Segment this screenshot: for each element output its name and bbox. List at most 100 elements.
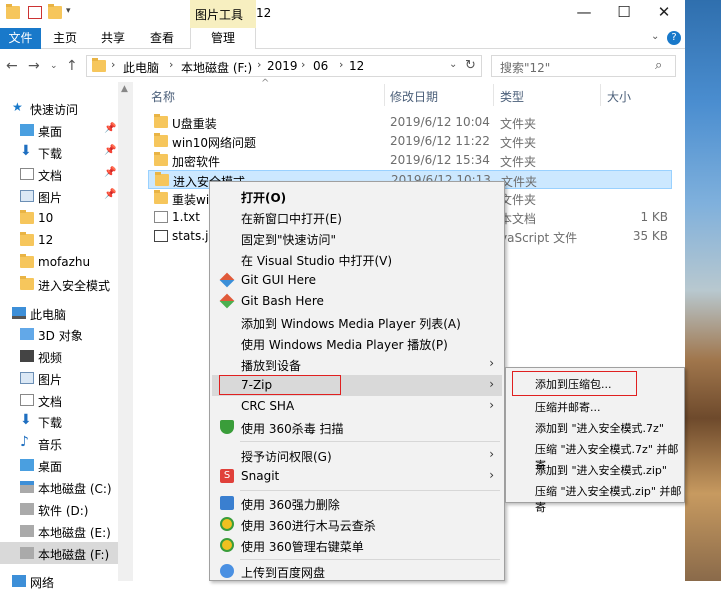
nav-documents[interactable]: 文档 <box>0 389 118 411</box>
menu-item-open[interactable]: 打开(O) <box>212 186 502 207</box>
maximize-button[interactable]: ☐ <box>606 3 642 23</box>
chevron-down-icon[interactable]: ▾ <box>66 6 80 19</box>
back-arrow-icon[interactable]: ← <box>6 58 18 74</box>
scroll-up-icon[interactable]: ▲ <box>121 84 128 94</box>
nav-network[interactable]: 网络 <box>0 570 118 592</box>
refresh-icon[interactable]: ↻ <box>465 58 476 73</box>
pin-icon: 📌 <box>104 167 117 178</box>
menu-label: 上传到百度网盘 <box>241 566 326 580</box>
text-file-icon <box>154 211 168 223</box>
nav-drive-f-selected[interactable]: 本地磁盘 (F:) <box>0 542 118 564</box>
table-row[interactable]: U盘重装 2019/6/12 10:04 文件夹 <box>148 113 672 132</box>
menu-item-snagit[interactable]: S Snagit › <box>212 466 502 487</box>
address-box[interactable]: › 此电脑 › 本地磁盘 (F:) › 2019 › 06 › 12 ⌄ ↻ <box>86 55 482 77</box>
computer-icon <box>12 307 26 319</box>
nav-scrollbar[interactable]: ▲ <box>118 82 133 581</box>
chevron-down-icon[interactable]: ⌄ <box>449 59 457 70</box>
search-icon[interactable]: ⌕ <box>655 58 662 73</box>
recent-chevron-icon[interactable]: ⌄ <box>50 61 58 71</box>
chevron-down-icon[interactable]: ⌄ <box>651 31 659 42</box>
tab-home[interactable]: 主页 <box>45 28 85 49</box>
highlight-box <box>219 375 341 395</box>
drive-icon <box>20 547 34 559</box>
column-date[interactable]: 修改日期 <box>390 88 438 105</box>
breadcrumb-2019[interactable]: 2019 <box>267 59 298 73</box>
breadcrumb-this-pc[interactable]: 此电脑 <box>123 59 159 76</box>
nav-folder-safe-mode[interactable]: 进入安全模式 <box>0 273 118 295</box>
menu-item-grant-access[interactable]: 授予访问权限(G) › <box>212 445 502 466</box>
menu-item-play-wmp[interactable]: 使用 Windows Media Player 播放(P) <box>212 333 502 354</box>
close-button[interactable]: ✕ <box>646 3 682 23</box>
nav-downloads[interactable]: ⬇ 下载 <box>0 410 118 432</box>
tab-file[interactable]: 文件 <box>0 28 41 49</box>
nav-desktop[interactable]: 桌面 <box>0 454 118 476</box>
menu-item-add-wmp-list[interactable]: 添加到 Windows Media Player 列表(A) <box>212 312 502 333</box>
minimize-button[interactable]: — <box>566 3 602 23</box>
menu-item-pin-quick-access[interactable]: 固定到"快速访问" <box>212 228 502 249</box>
pin-icon: 📌 <box>104 145 117 156</box>
properties-icon[interactable] <box>28 6 42 19</box>
forward-arrow-icon[interactable]: → <box>28 58 40 74</box>
menu-item-baidu-upload[interactable]: 上传到百度网盘 <box>212 561 502 582</box>
nav-pictures[interactable]: 图片 <box>0 367 118 389</box>
column-type[interactable]: 类型 <box>500 88 524 105</box>
menu-item-git-bash[interactable]: Git Bash Here <box>212 291 502 312</box>
column-name[interactable]: 名称 <box>151 88 175 105</box>
tab-share[interactable]: 共享 <box>93 28 133 49</box>
nav-documents-pinned[interactable]: 文档 📌 <box>0 163 118 185</box>
menu-item-cast-to-device[interactable]: 播放到设备 › <box>212 354 502 375</box>
column-separator <box>600 84 601 106</box>
submenu-item-compress-7z-email[interactable]: 压缩 "进入安全模式.7z" 并邮寄 <box>508 438 683 472</box>
new-folder-icon[interactable] <box>48 4 62 19</box>
menu-item-360-trojan-scan[interactable]: 使用 360进行木马云查杀 <box>212 514 502 535</box>
nav-3d-objects[interactable]: 3D 对象 <box>0 323 118 345</box>
submenu-item-compress-zip-email[interactable]: 压缩 "进入安全模式.zip" 并邮寄 <box>508 480 683 514</box>
menu-item-360-manage-menu[interactable]: 使用 360管理右键菜单 <box>212 535 502 556</box>
folder-icon <box>154 114 168 128</box>
snagit-icon: S <box>220 469 234 483</box>
nav-folder-10[interactable]: 10 <box>0 207 118 229</box>
nav-label: 视频 <box>38 351 63 365</box>
search-input[interactable]: 搜索"12" ⌕ <box>491 55 676 77</box>
menu-item-360-scan[interactable]: 使用 360杀毒 扫描 <box>212 417 502 438</box>
table-row[interactable]: win10网络问题 2019/6/12 11:22 文件夹 <box>148 132 672 151</box>
download-icon: ⬇ <box>20 143 32 159</box>
address-bar-row: ← → ⌄ ↑ › 此电脑 › 本地磁盘 (F:) › 2019 › 06 › … <box>0 50 685 82</box>
help-icon[interactable]: ? <box>667 31 681 45</box>
menu-item-360-delete[interactable]: 使用 360强力删除 <box>212 493 502 514</box>
menu-label: Git GUI Here <box>241 273 317 287</box>
nav-videos[interactable]: 视频 <box>0 345 118 367</box>
nav-quick-access[interactable]: ★ 快速访问 <box>0 97 118 119</box>
table-row[interactable]: 加密软件 2019/6/12 15:34 文件夹 <box>148 151 672 170</box>
submenu-item-compress-email[interactable]: 压缩并邮寄... <box>508 396 683 417</box>
menu-item-crc-sha[interactable]: CRC SHA › <box>212 396 502 417</box>
nav-music[interactable]: ♪ 音乐 <box>0 432 118 454</box>
breadcrumb-12[interactable]: 12 <box>349 59 364 73</box>
git-icon <box>219 272 235 288</box>
menu-item-git-gui[interactable]: Git GUI Here <box>212 270 502 291</box>
nav-label: 文档 <box>38 395 63 409</box>
up-arrow-icon[interactable]: ↑ <box>66 58 78 74</box>
nav-folder-12[interactable]: 12 <box>0 229 118 251</box>
breadcrumb-drive-f[interactable]: 本地磁盘 (F:) <box>181 59 252 76</box>
nav-folder-mofazhu[interactable]: mofazhu <box>0 251 118 273</box>
nav-drive-c[interactable]: 本地磁盘 (C:) <box>0 476 118 498</box>
file-type: 文件夹 <box>500 136 537 150</box>
nav-pictures-pinned[interactable]: 图片 📌 <box>0 185 118 207</box>
nav-downloads-pinned[interactable]: ⬇ 下载 📌 <box>0 141 118 163</box>
picture-tools-context-tab[interactable]: 图片工具 <box>190 0 256 28</box>
nav-desktop-pinned[interactable]: 桌面 📌 <box>0 119 118 141</box>
column-size[interactable]: 大小 <box>607 88 631 105</box>
submenu-item-add-zip[interactable]: 添加到 "进入安全模式.zip" <box>508 459 683 480</box>
tab-view[interactable]: 查看 <box>142 28 182 49</box>
breadcrumb-06[interactable]: 06 <box>313 59 328 73</box>
menu-label: 使用 360管理右键菜单 <box>241 540 364 554</box>
nav-this-pc[interactable]: 此电脑 <box>0 302 118 324</box>
submenu-label: 压缩 "进入安全模式.zip" 并邮寄 <box>535 485 682 514</box>
menu-item-open-visual-studio[interactable]: 在 Visual Studio 中打开(V) <box>212 249 502 270</box>
nav-drive-e[interactable]: 本地磁盘 (E:) <box>0 520 118 542</box>
submenu-item-add-7z[interactable]: 添加到 "进入安全模式.7z" <box>508 417 683 438</box>
menu-item-open-new-window[interactable]: 在新窗口中打开(E) <box>212 207 502 228</box>
tab-manage[interactable]: 管理 <box>190 28 256 49</box>
nav-drive-d[interactable]: 软件 (D:) <box>0 498 118 520</box>
